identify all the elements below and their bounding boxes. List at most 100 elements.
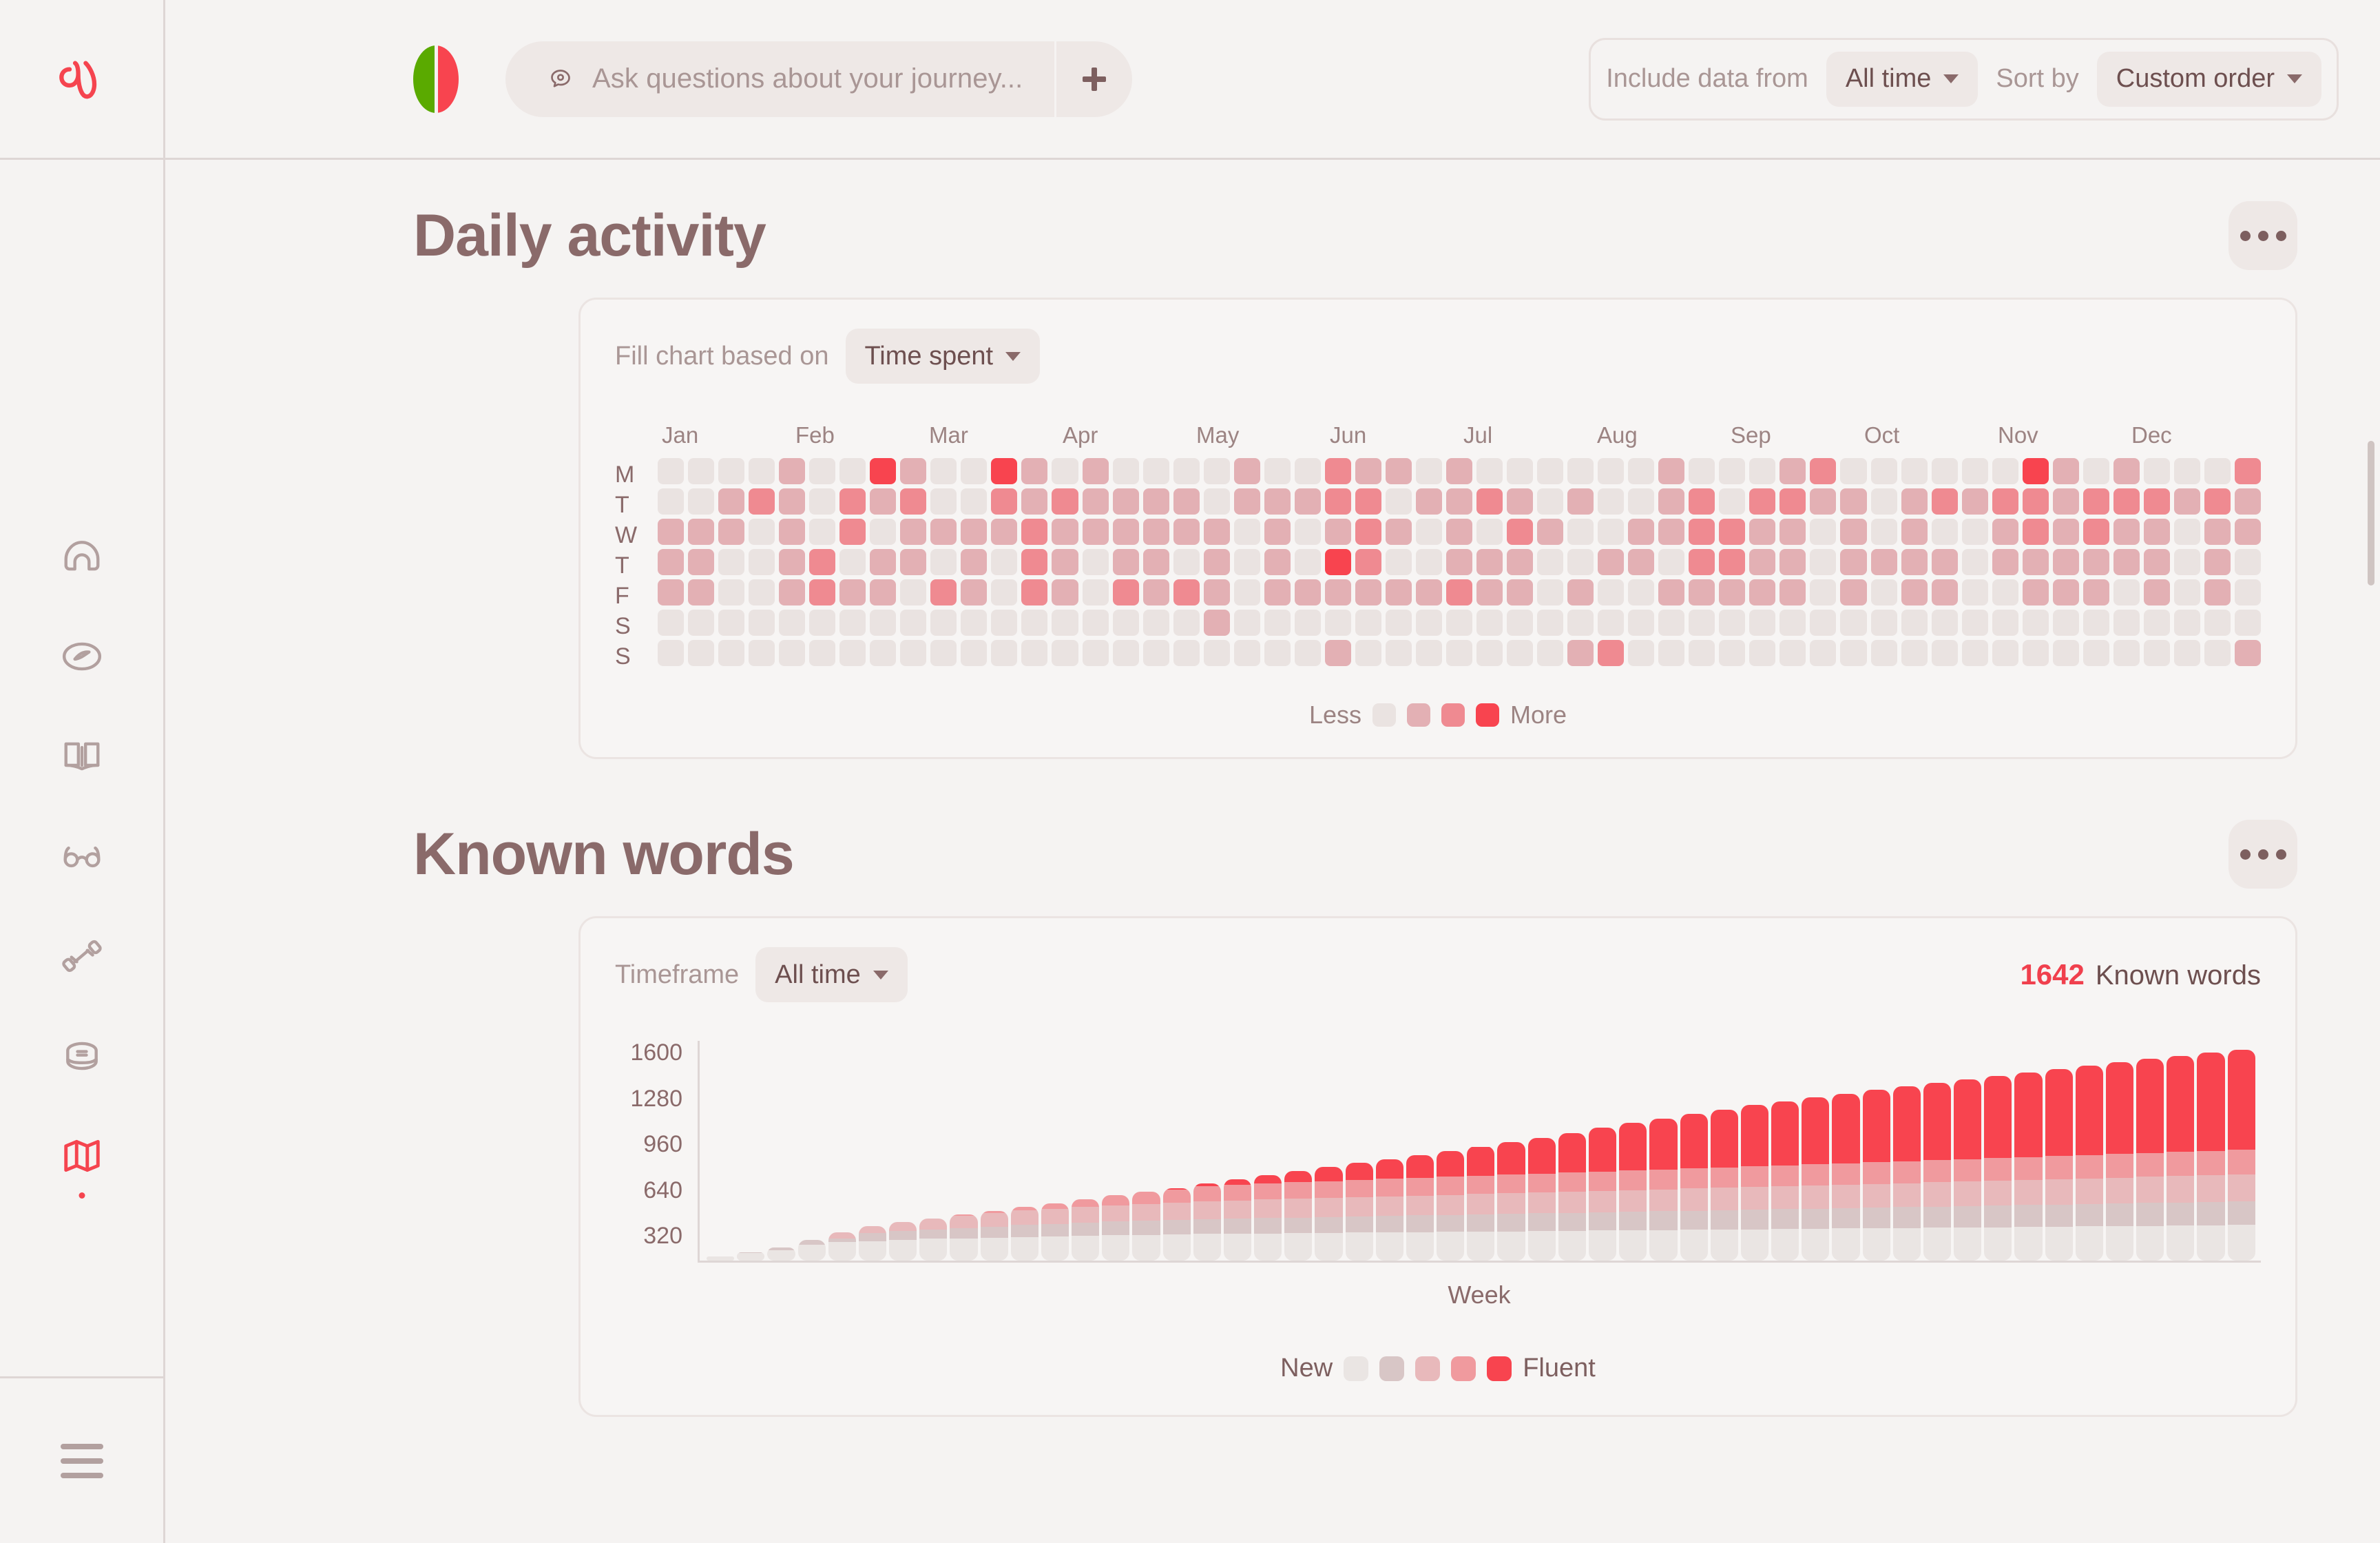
heatmap-cell[interactable] — [2052, 458, 2079, 484]
heatmap-cell[interactable] — [718, 579, 745, 605]
heatmap-cell[interactable] — [1082, 579, 1109, 605]
heatmap-cell[interactable] — [2052, 549, 2079, 575]
heatmap-cell[interactable] — [1052, 549, 1078, 575]
heatmap-cell[interactable] — [930, 549, 957, 575]
heatmap-cell[interactable] — [658, 610, 685, 636]
heatmap-cell[interactable] — [1415, 640, 1442, 666]
heatmap-cell[interactable] — [2082, 610, 2109, 636]
heatmap-cell[interactable] — [930, 488, 957, 515]
heatmap-cell[interactable] — [961, 579, 988, 605]
heatmap-cell[interactable] — [1719, 458, 1746, 484]
heatmap-cell[interactable] — [870, 519, 897, 545]
heatmap-cell[interactable] — [1992, 610, 2018, 636]
heatmap-cell[interactable] — [1294, 519, 1321, 545]
heatmap-cell[interactable] — [1476, 640, 1503, 666]
heatmap-cell[interactable] — [1870, 610, 1897, 636]
fill-chart-select[interactable]: Time spent — [845, 329, 1041, 384]
timeframe-select[interactable]: All time — [755, 947, 908, 1002]
heatmap-cell[interactable] — [961, 640, 988, 666]
heatmap-cell[interactable] — [1294, 549, 1321, 575]
heatmap-cell[interactable] — [2234, 610, 2261, 636]
heatmap-cell[interactable] — [1173, 579, 1200, 605]
heatmap-cell[interactable] — [1445, 579, 1473, 605]
heatmap-cell[interactable] — [688, 610, 715, 636]
bar-column[interactable] — [2167, 1055, 2195, 1261]
heatmap-cell[interactable] — [1779, 519, 1806, 545]
heatmap-cell[interactable] — [2113, 458, 2140, 484]
bar-column[interactable] — [1588, 1128, 1617, 1261]
heatmap-cell[interactable] — [1445, 549, 1473, 575]
bar-column[interactable] — [919, 1219, 948, 1261]
heatmap-cell[interactable] — [718, 488, 745, 515]
bar-column[interactable] — [1862, 1090, 1890, 1261]
heatmap-cell[interactable] — [870, 579, 897, 605]
heatmap-cell[interactable] — [749, 579, 775, 605]
heatmap-cell[interactable] — [1901, 579, 1928, 605]
bar-column[interactable] — [1345, 1162, 1373, 1261]
heatmap-cell[interactable] — [2234, 640, 2261, 666]
heatmap-cell[interactable] — [658, 579, 685, 605]
heatmap-cell[interactable] — [1112, 579, 1139, 605]
heatmap-cell[interactable] — [930, 640, 957, 666]
heatmap-cell[interactable] — [1264, 458, 1291, 484]
heatmap-cell[interactable] — [1203, 458, 1230, 484]
heatmap-cell[interactable] — [1203, 488, 1230, 515]
heatmap-cell[interactable] — [779, 549, 806, 575]
heatmap-cell[interactable] — [1294, 488, 1321, 515]
heatmap-cell[interactable] — [1749, 488, 1776, 515]
bar-column[interactable] — [2045, 1069, 2073, 1261]
bar-column[interactable] — [2105, 1062, 2134, 1261]
heatmap-cell[interactable] — [1112, 519, 1139, 545]
heatmap-cell[interactable] — [1840, 458, 1867, 484]
known-words-menu-button[interactable] — [2228, 820, 2297, 889]
heatmap-cell[interactable] — [1810, 610, 1837, 636]
heatmap-cell[interactable] — [1052, 519, 1078, 545]
heatmap-cell[interactable] — [1385, 549, 1412, 575]
heatmap-cell[interactable] — [1598, 458, 1625, 484]
heatmap-cell[interactable] — [1992, 579, 2018, 605]
bar-column[interactable] — [980, 1210, 1008, 1261]
heatmap-cell[interactable] — [1021, 488, 1048, 515]
heatmap-cell[interactable] — [718, 640, 745, 666]
heatmap-cell[interactable] — [1233, 640, 1260, 666]
heatmap-cell[interactable] — [1567, 488, 1594, 515]
heatmap-cell[interactable] — [1567, 640, 1594, 666]
heatmap-cell[interactable] — [2234, 519, 2261, 545]
heatmap-cell[interactable] — [1142, 579, 1169, 605]
heatmap-cell[interactable] — [1840, 579, 1867, 605]
heatmap-cell[interactable] — [1870, 519, 1897, 545]
bar-column[interactable] — [1832, 1093, 1860, 1261]
sidebar-item-home[interactable] — [50, 525, 114, 588]
heatmap-cell[interactable] — [1628, 579, 1655, 605]
heatmap-cell[interactable] — [1901, 458, 1928, 484]
bar-column[interactable] — [1072, 1199, 1100, 1261]
bar-column[interactable] — [1132, 1192, 1160, 1261]
heatmap-cell[interactable] — [1992, 519, 2018, 545]
heatmap-cell[interactable] — [2143, 610, 2170, 636]
heatmap-cell[interactable] — [779, 579, 806, 605]
heatmap-cell[interactable] — [1264, 519, 1291, 545]
heatmap-cell[interactable] — [2143, 579, 2170, 605]
heatmap-cell[interactable] — [1052, 579, 1078, 605]
heatmap-cell[interactable] — [1415, 549, 1442, 575]
heatmap-cell[interactable] — [2234, 549, 2261, 575]
heatmap-cell[interactable] — [1294, 579, 1321, 605]
heatmap-cell[interactable] — [1567, 458, 1594, 484]
heatmap-cell[interactable] — [930, 519, 957, 545]
heatmap-cell[interactable] — [2143, 458, 2170, 484]
sidebar-item-explore[interactable] — [50, 625, 114, 688]
add-button[interactable] — [1056, 41, 1132, 117]
heatmap-cell[interactable] — [1567, 549, 1594, 575]
heatmap-cell[interactable] — [2234, 488, 2261, 515]
heatmap-cell[interactable] — [1385, 610, 1412, 636]
daily-activity-menu-button[interactable] — [2228, 201, 2297, 270]
heatmap-cell[interactable] — [1598, 640, 1625, 666]
bar-column[interactable] — [707, 1256, 735, 1261]
heatmap-cell[interactable] — [1658, 488, 1685, 515]
heatmap-cell[interactable] — [1385, 519, 1412, 545]
heatmap-cell[interactable] — [1385, 579, 1412, 605]
heatmap-cell[interactable] — [1203, 549, 1230, 575]
heatmap-cell[interactable] — [779, 458, 806, 484]
heatmap-cell[interactable] — [1142, 610, 1169, 636]
heatmap-cell[interactable] — [1324, 549, 1351, 575]
